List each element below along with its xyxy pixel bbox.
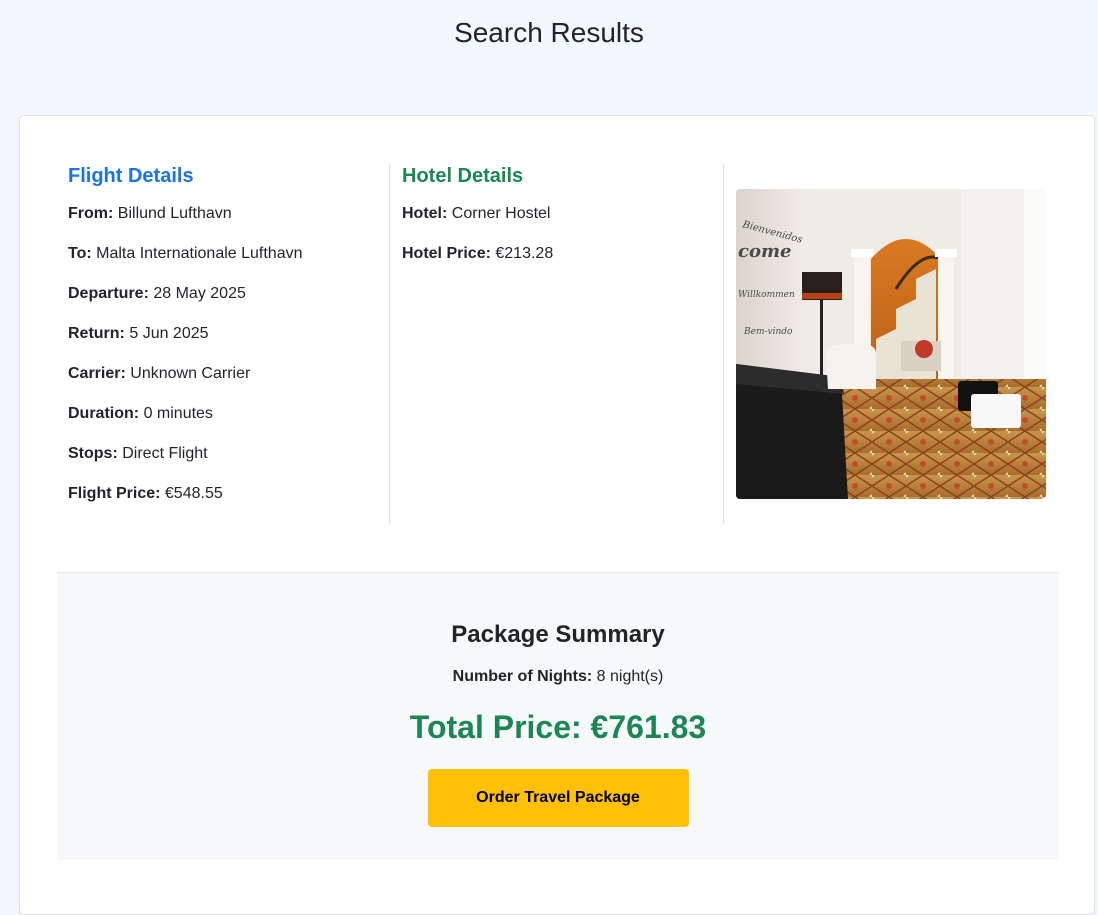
package-summary-panel: Package Summary Number of Nights: 8 nigh… [57, 572, 1059, 860]
flight-departure-row: Departure: 28 May 2025 [68, 284, 389, 304]
flight-return-label: Return: [68, 325, 125, 342]
nights-row: Number of Nights: 8 night(s) [57, 667, 1059, 687]
flight-price-value: €548.55 [164, 485, 223, 502]
flight-from-value: Billund Lufthavn [117, 205, 232, 222]
order-travel-package-button[interactable]: Order Travel Package [427, 769, 689, 827]
flight-stops-label: Stops: [68, 445, 118, 462]
flight-to-row: To: Malta Internationale Lufthavn [68, 244, 389, 264]
hotel-price-value: €213.28 [495, 245, 554, 262]
hotel-name-label: Hotel: [402, 205, 448, 222]
hotel-details-heading: Hotel Details [402, 165, 524, 187]
package-summary-title: Package Summary [451, 621, 665, 648]
flight-details-heading: Flight Details [68, 165, 194, 187]
svg-text:Willkommen: Willkommen [738, 290, 795, 300]
flight-from-label: From: [68, 205, 114, 222]
flight-carrier-row: Carrier: Unknown Carrier [68, 364, 389, 384]
hotel-details-panel: Hotel Details Hotel: Corner Hostel Hotel… [402, 164, 724, 524]
flight-departure-label: Departure: [68, 285, 149, 302]
page-title: Search Results [454, 17, 644, 48]
hotel-name-row: Hotel: Corner Hostel [402, 204, 723, 224]
flight-return-value: 5 Jun 2025 [129, 325, 209, 342]
flight-to-value: Malta Internationale Lufthavn [96, 245, 303, 262]
flight-return-row: Return: 5 Jun 2025 [68, 324, 389, 344]
flight-carrier-value: Unknown Carrier [130, 365, 251, 382]
results-card: Flight Details From: Billund Lufthavn To… [19, 115, 1095, 915]
total-price: Total Price: €761.83 [409, 709, 707, 745]
nights-value: 8 night(s) [596, 668, 664, 685]
hotel-lobby-image: Bienvenidos come Willkommen Bem-vindo [736, 189, 1046, 499]
flight-carrier-label: Carrier: [68, 365, 126, 382]
flight-duration-label: Duration: [68, 405, 140, 422]
flight-duration-row: Duration: 0 minutes [68, 404, 389, 424]
hotel-price-label: Hotel Price: [402, 245, 491, 262]
hotel-name-value: Corner Hostel [451, 205, 551, 222]
svg-text:come: come [738, 241, 791, 262]
hotel-price-row: Hotel Price: €213.28 [402, 244, 723, 264]
svg-text:Bem-vindo: Bem-vindo [743, 327, 793, 337]
flight-stops-value: Direct Flight [122, 445, 208, 462]
flight-stops-row: Stops: Direct Flight [68, 444, 389, 464]
flight-to-label: To: [68, 245, 92, 262]
flight-duration-value: 0 minutes [143, 405, 213, 422]
hotel-image-panel: Bienvenidos come Willkommen Bem-vindo [736, 164, 1046, 524]
flight-price-row: Flight Price: €548.55 [68, 484, 389, 504]
flight-from-row: From: Billund Lufthavn [68, 204, 389, 224]
flight-price-label: Flight Price: [68, 485, 161, 502]
flight-departure-value: 28 May 2025 [153, 285, 246, 302]
flight-details-panel: Flight Details From: Billund Lufthavn To… [68, 164, 390, 524]
nights-label: Number of Nights: [452, 668, 593, 685]
